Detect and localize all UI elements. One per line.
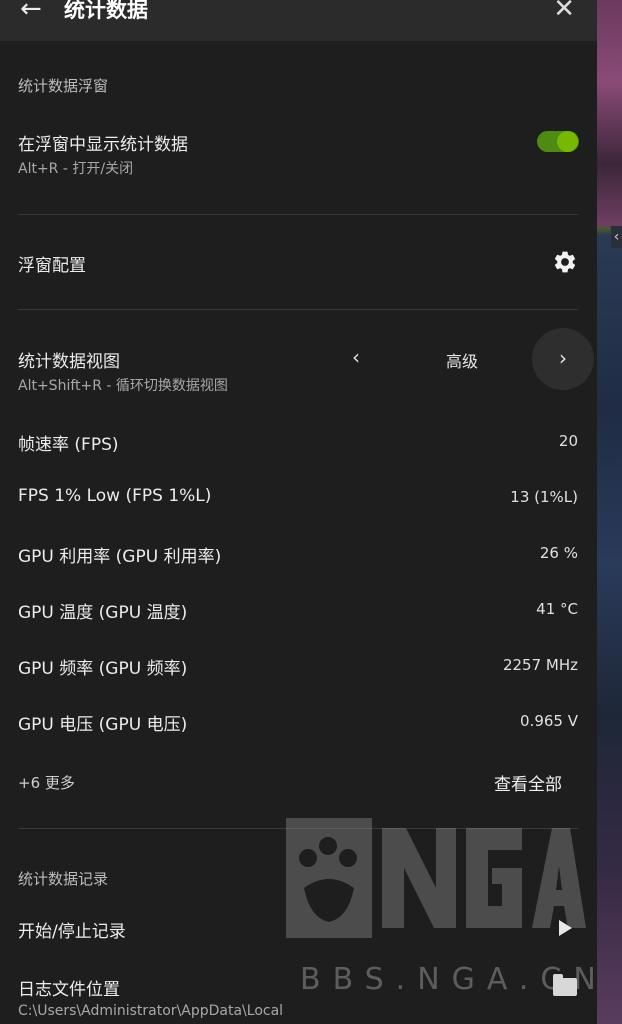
toggle-knob: [557, 131, 578, 152]
chevron-right-icon[interactable]: ›: [532, 328, 594, 390]
view-all-button[interactable]: 查看全部: [494, 770, 562, 795]
chevron-left-icon[interactable]: ‹: [352, 345, 360, 369]
stats-view-title: 统计数据视图: [18, 352, 120, 372]
show-overlay-shortcut: Alt+R - 打开/关闭: [18, 161, 134, 177]
stat-label: FPS 1% Low (FPS 1%L): [18, 486, 212, 506]
stat-label: GPU 利用率 (GPU 利用率): [18, 547, 222, 567]
stat-label: GPU 温度 (GPU 温度): [18, 603, 188, 623]
arrow-left-icon[interactable]: ←: [20, 0, 42, 24]
show-overlay-toggle[interactable]: [537, 131, 579, 152]
log-location-path: C:\Users\Administrator\AppData\Local: [18, 1003, 284, 1019]
log-location-title: 日志文件位置: [18, 980, 120, 1000]
stat-value: 2257 MHz: [502, 656, 578, 674]
overlay-config-title: 浮窗配置: [18, 256, 86, 276]
stats-view-shortcut: Alt+Shift+R - 循环切换数据视图: [18, 378, 228, 394]
gear-icon[interactable]: [552, 249, 578, 275]
section-label-logging: 统计数据记录: [18, 870, 109, 888]
page-title: 统计数据: [64, 0, 148, 22]
statistics-panel: ← 统计数据 ✕ 统计数据浮窗 在浮窗中显示统计数据 Alt+R - 打开/关闭…: [0, 0, 597, 1024]
start-stop-recording-title: 开始/停止记录: [18, 922, 126, 942]
more-count-label: +6 更多: [18, 774, 75, 792]
game-background: ‹: [597, 0, 622, 1024]
nga-watermark-logo: [286, 818, 586, 938]
show-overlay-title: 在浮窗中显示统计数据: [18, 135, 188, 155]
stat-label: GPU 电压 (GPU 电压): [18, 715, 188, 735]
play-icon[interactable]: [559, 920, 572, 936]
stat-label: 帧速率 (FPS): [18, 435, 119, 455]
stat-value: 41 °C: [536, 600, 578, 618]
close-icon[interactable]: ✕: [553, 0, 575, 24]
section-label-overlay: 统计数据浮窗: [18, 77, 109, 95]
folder-icon[interactable]: [553, 974, 577, 996]
divider: [18, 309, 578, 310]
panel-header: ← 统计数据 ✕: [0, 0, 597, 41]
divider: [18, 214, 578, 215]
collapse-handle-icon[interactable]: ‹: [611, 226, 622, 248]
stat-value: 20: [558, 432, 578, 450]
stat-label: GPU 频率 (GPU 频率): [18, 659, 188, 679]
stat-value: 26 %: [539, 544, 578, 562]
stat-value: 13 (1%L): [510, 488, 578, 506]
stat-value: 0.965 V: [520, 712, 578, 730]
view-mode-value: 高级: [446, 352, 479, 371]
